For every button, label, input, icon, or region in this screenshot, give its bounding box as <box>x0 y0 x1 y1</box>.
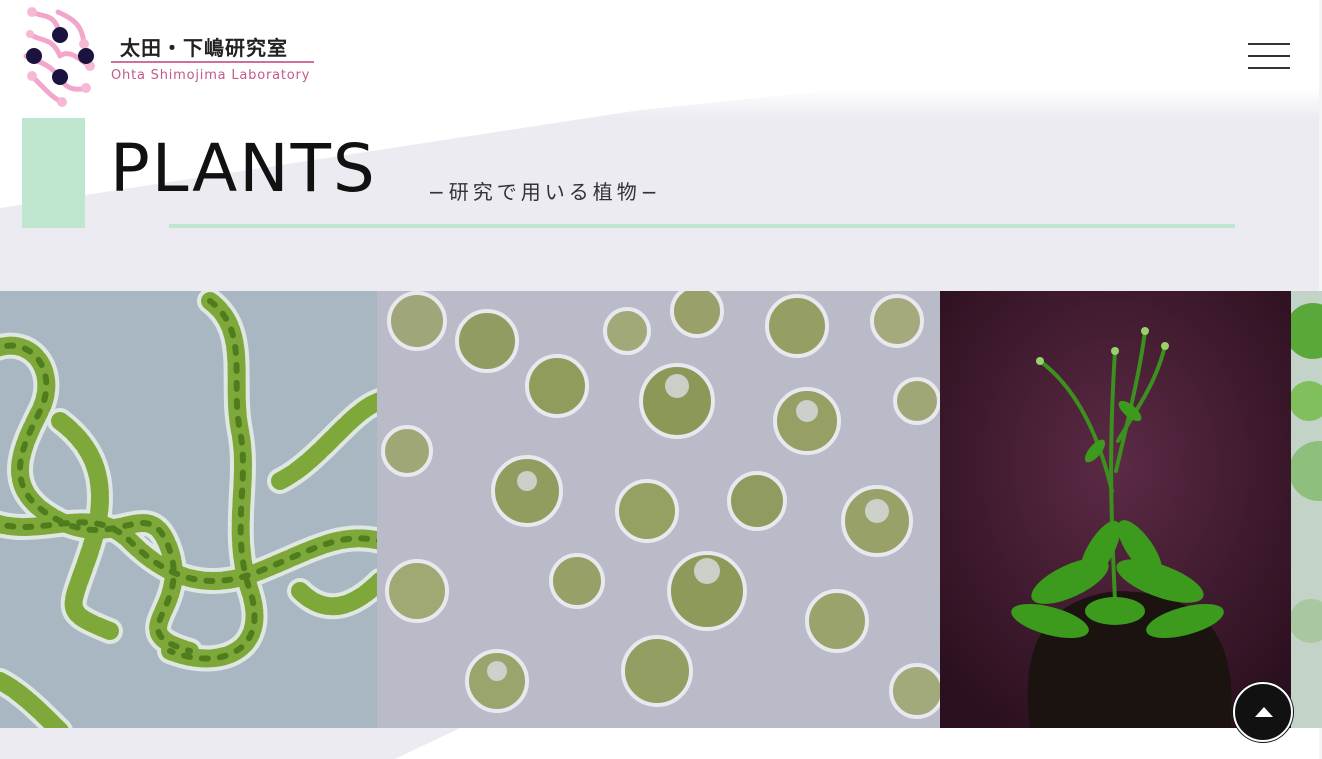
moss-photo <box>1291 291 1322 728</box>
logo-mark-icon <box>23 7 95 107</box>
page-subtitle: −研究で用いる植物− <box>428 180 662 204</box>
logo-title: 太田・下嶋研究室 <box>120 36 288 60</box>
page-title: PLANTS <box>110 130 377 207</box>
menu-line <box>1248 55 1290 57</box>
round-algae-cells-photo <box>377 291 940 728</box>
logo-subtitle: Ohta Shimojima Laboratory <box>111 68 311 83</box>
logo-divider <box>111 61 314 63</box>
filamentous-algae-photo <box>0 291 377 728</box>
back-to-top-button[interactable] <box>1233 682 1293 742</box>
menu-line <box>1248 67 1290 69</box>
plant-gallery <box>0 291 1322 728</box>
hamburger-menu-icon[interactable] <box>1248 43 1290 71</box>
menu-line <box>1248 43 1290 45</box>
title-underline <box>169 224 1235 228</box>
arabidopsis-plant-photo <box>940 291 1291 728</box>
site-logo[interactable]: 太田・下嶋研究室 Ohta Shimojima Laboratory <box>22 4 322 108</box>
accent-block <box>22 118 85 228</box>
background-shape-bottom <box>395 728 1322 759</box>
